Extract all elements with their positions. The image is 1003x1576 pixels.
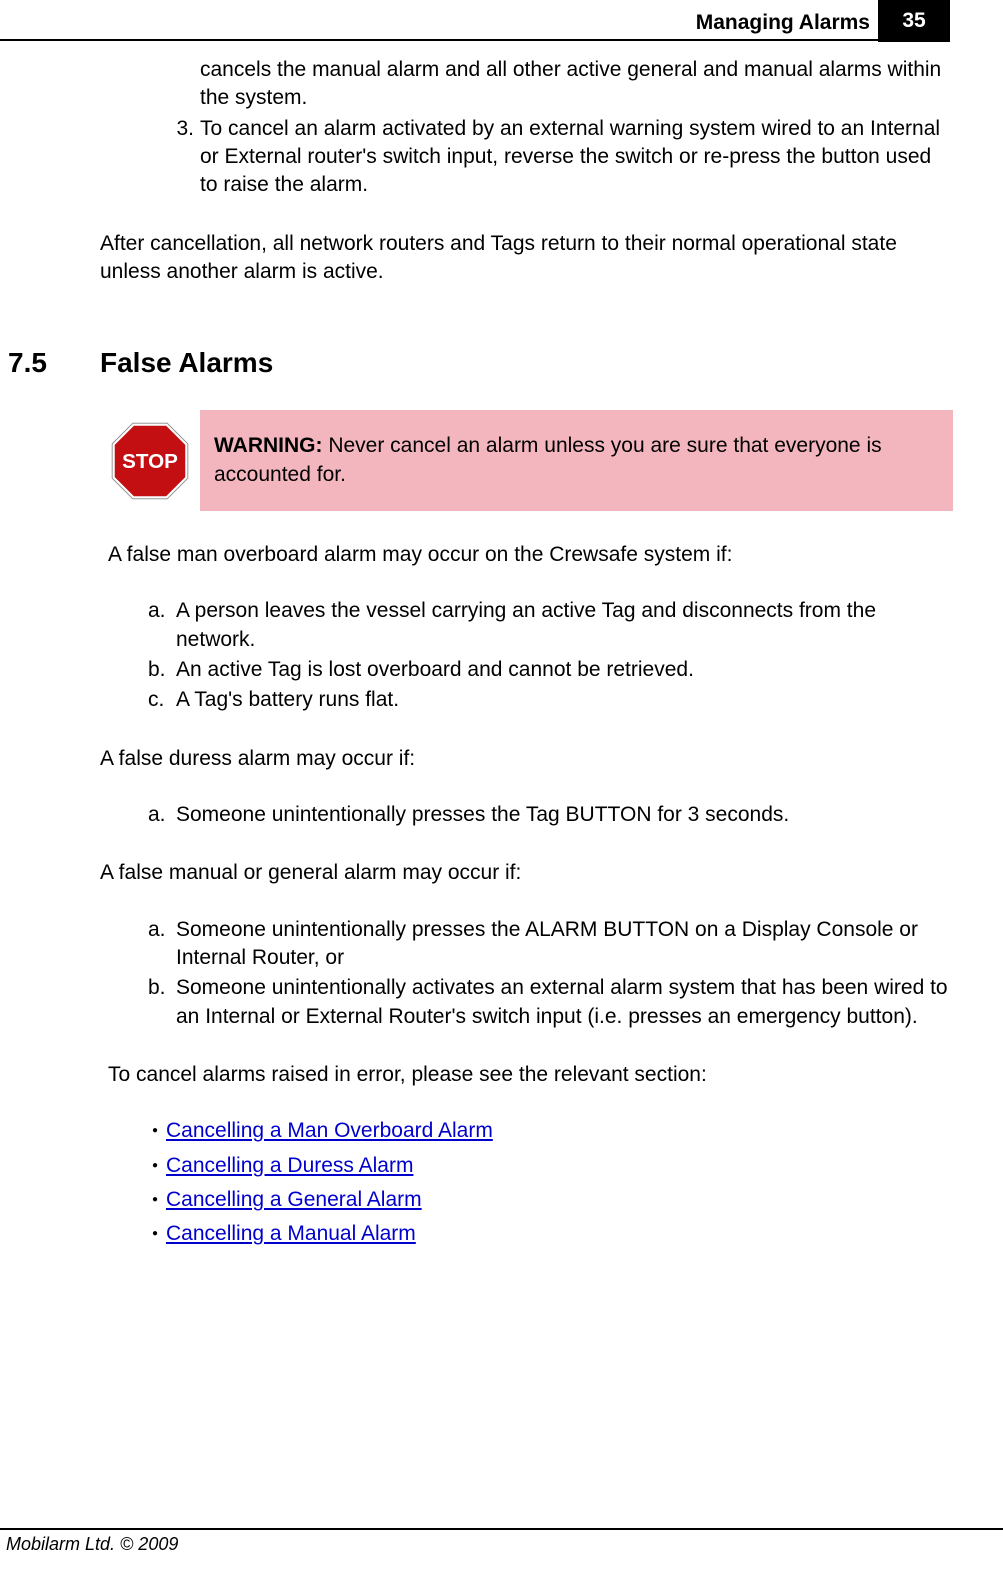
list-item: a. A person leaves the vessel carrying a…: [148, 597, 953, 654]
list-item-text: To cancel an alarm activated by an exter…: [200, 115, 953, 200]
header-title: Managing Alarms: [696, 9, 878, 37]
list-item-text: Someone unintentionally activates an ext…: [176, 974, 953, 1031]
continued-text: cancels the manual alarm and all other a…: [174, 56, 953, 113]
list-item: ● Cancelling a Man Overboard Alarm: [144, 1117, 953, 1145]
list-item: ● Cancelling a General Alarm: [144, 1186, 953, 1214]
list-item-text: A Tag's battery runs flat.: [176, 686, 399, 714]
paragraph-mob-intro: A false man overboard alarm may occur on…: [108, 541, 953, 569]
link-cancel-general[interactable]: Cancelling a General Alarm: [166, 1186, 422, 1214]
header-rule: [0, 39, 878, 41]
page-number-box: 35: [878, 0, 950, 42]
list-marker: c.: [148, 686, 176, 714]
page-number: 35: [902, 7, 925, 35]
link-cancel-mob[interactable]: Cancelling a Man Overboard Alarm: [166, 1117, 493, 1145]
section-number: 7.5: [0, 344, 100, 382]
warning-callout: STOP WARNING: Never cancel an alarm unle…: [100, 410, 953, 511]
warning-text-box: WARNING: Never cancel an alarm unless yo…: [200, 410, 953, 511]
list-item: a. Someone unintentionally presses the T…: [148, 801, 953, 829]
stop-icon: STOP: [100, 410, 200, 511]
list-item: b. Someone unintentionally activates an …: [148, 974, 953, 1031]
list-marker: b.: [148, 656, 176, 684]
list-marker: a.: [148, 801, 176, 829]
list-item-text: A person leaves the vessel carrying an a…: [176, 597, 953, 654]
list-item-text: Someone unintentionally presses the Tag …: [176, 801, 789, 829]
paragraph-manual-intro: A false manual or general alarm may occu…: [100, 859, 953, 887]
list-marker: a.: [148, 597, 176, 654]
bullet-icon: ●: [144, 1220, 166, 1248]
continued-list: cancels the manual alarm and all other a…: [174, 56, 953, 200]
section-heading: 7.5 False Alarms: [0, 344, 953, 382]
list-item-text: An active Tag is lost overboard and cann…: [176, 656, 694, 684]
list-marker: a.: [148, 916, 176, 973]
link-cancel-manual[interactable]: Cancelling a Manual Alarm: [166, 1220, 416, 1248]
duress-list: a. Someone unintentionally presses the T…: [148, 801, 953, 829]
list-item-text: Someone unintentionally presses the ALAR…: [176, 916, 953, 973]
manual-list: a. Someone unintentionally presses the A…: [148, 916, 953, 1031]
svg-text:STOP: STOP: [122, 449, 178, 472]
list-item: a. Someone unintentionally presses the A…: [148, 916, 953, 973]
list-item: ● Cancelling a Duress Alarm: [144, 1152, 953, 1180]
page-footer: Mobilarm Ltd. © 2009: [0, 1528, 1003, 1556]
section-title: False Alarms: [100, 344, 273, 382]
footer-copyright: Mobilarm Ltd. © 2009: [0, 1530, 1003, 1556]
list-marker: 3.: [174, 115, 200, 200]
paragraph-duress-intro: A false duress alarm may occur if:: [100, 745, 953, 773]
bullet-icon: ●: [144, 1152, 166, 1180]
bullet-icon: ●: [144, 1117, 166, 1145]
mob-list: a. A person leaves the vessel carrying a…: [148, 597, 953, 714]
list-item: c. A Tag's battery runs flat.: [148, 686, 953, 714]
list-marker: b.: [148, 974, 176, 1031]
list-item-3: 3. To cancel an alarm activated by an ex…: [174, 115, 953, 200]
bullet-icon: ●: [144, 1186, 166, 1214]
page-header: Managing Alarms 35: [0, 0, 1003, 42]
warning-label: WARNING:: [214, 434, 323, 457]
page-content: cancels the manual alarm and all other a…: [0, 56, 953, 1255]
paragraph-cancel-see: To cancel alarms raised in error, please…: [108, 1061, 953, 1089]
cancel-links-list: ● Cancelling a Man Overboard Alarm ● Can…: [144, 1117, 953, 1248]
list-item: ● Cancelling a Manual Alarm: [144, 1220, 953, 1248]
list-item: b. An active Tag is lost overboard and c…: [148, 656, 953, 684]
link-cancel-duress[interactable]: Cancelling a Duress Alarm: [166, 1152, 413, 1180]
paragraph-after-cancellation: After cancellation, all network routers …: [100, 230, 953, 287]
